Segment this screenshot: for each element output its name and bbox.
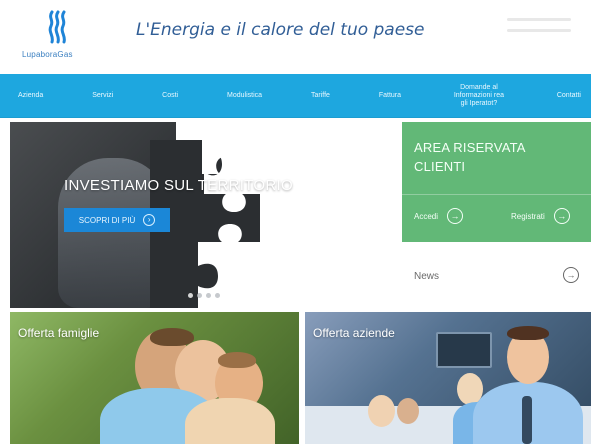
nav-item-costi[interactable]: Costi	[162, 92, 178, 100]
office-person-head	[397, 398, 419, 424]
homepage: LupaboraGas L'Energia e il calore del tu…	[0, 0, 591, 444]
nav-item-fattura[interactable]: Fattura	[379, 92, 401, 100]
carousel-dot[interactable]	[197, 293, 202, 298]
arrow-right-circle-icon: →	[553, 208, 570, 224]
hero-title: INVESTIAMO SUL TERRITORIO	[64, 177, 293, 194]
businessman-tie	[522, 396, 532, 444]
register-link[interactable]: Registrati →	[511, 208, 570, 224]
nav-item-faq[interactable]: Domande al Informazioni rea gli Iperatot…	[450, 84, 508, 108]
login-label: Accedi	[414, 211, 439, 221]
site-tagline: L'Energia e il calore del tuo paese	[136, 20, 425, 40]
news-link-panel[interactable]: News →	[402, 242, 591, 308]
reserved-area-divider	[402, 194, 591, 195]
arrow-right-circle-icon: →	[447, 208, 464, 224]
office-monitor	[436, 332, 492, 368]
hero-cta-label: SCOPRI DI PIÙ	[78, 215, 136, 225]
businessman-hair	[507, 326, 549, 340]
office-person-head	[368, 395, 395, 427]
carousel-dot[interactable]	[206, 293, 211, 298]
nav-item-contatti[interactable]: Contatti	[557, 92, 581, 100]
news-label: News	[414, 271, 440, 282]
login-link[interactable]: Accedi →	[414, 208, 464, 224]
arrow-right-circle-icon: →	[563, 267, 579, 283]
brand-logo[interactable]: LupaboraGas	[12, 8, 102, 66]
carousel-dot[interactable]	[188, 293, 193, 298]
family-person-hair	[150, 328, 194, 346]
nav-item-servizi[interactable]: Servizi	[92, 92, 113, 100]
register-label: Registrati	[511, 211, 545, 221]
main-navigation: Azienda Servizi Costi Modulistica Tariff…	[0, 74, 591, 118]
hero-banner: INVESTIAMO SUL TERRITORIO SCOPRI DI PIÙ …	[10, 122, 396, 308]
flame-logo-icon	[48, 10, 66, 44]
family-person-hair	[218, 352, 256, 368]
business-offer-card[interactable]: Offerta aziende	[305, 312, 591, 444]
family-person-body	[185, 398, 275, 444]
site-header: LupaboraGas L'Energia e il calore del tu…	[0, 0, 591, 74]
nav-item-azienda[interactable]: Azienda	[18, 92, 43, 100]
family-offer-card[interactable]: Offerta famiglie	[10, 312, 299, 444]
nav-item-tariffe[interactable]: Tariffe	[311, 92, 330, 100]
carousel-dot[interactable]	[215, 293, 220, 298]
reserved-area-title-text: AREA RISERVATA CLIENTI	[414, 140, 526, 174]
header-utility-line	[507, 29, 571, 32]
hero-cta-button[interactable]: SCOPRI DI PIÙ ›	[64, 208, 170, 232]
reserved-area-panel: AREA RISERVATA CLIENTI Accedi → Registra…	[402, 122, 591, 242]
family-offer-title: Offerta famiglie	[18, 326, 100, 340]
chevron-right-icon: ›	[143, 214, 156, 226]
header-utility-links	[507, 18, 571, 50]
reserved-area-title: AREA RISERVATA CLIENTI	[414, 138, 526, 176]
carousel-pagination	[188, 293, 220, 298]
brand-name: LupaboraGas	[22, 50, 73, 59]
business-offer-title: Offerta aziende	[313, 326, 395, 340]
header-utility-line	[507, 18, 571, 21]
nav-item-modulistica[interactable]: Modulistica	[227, 92, 262, 100]
